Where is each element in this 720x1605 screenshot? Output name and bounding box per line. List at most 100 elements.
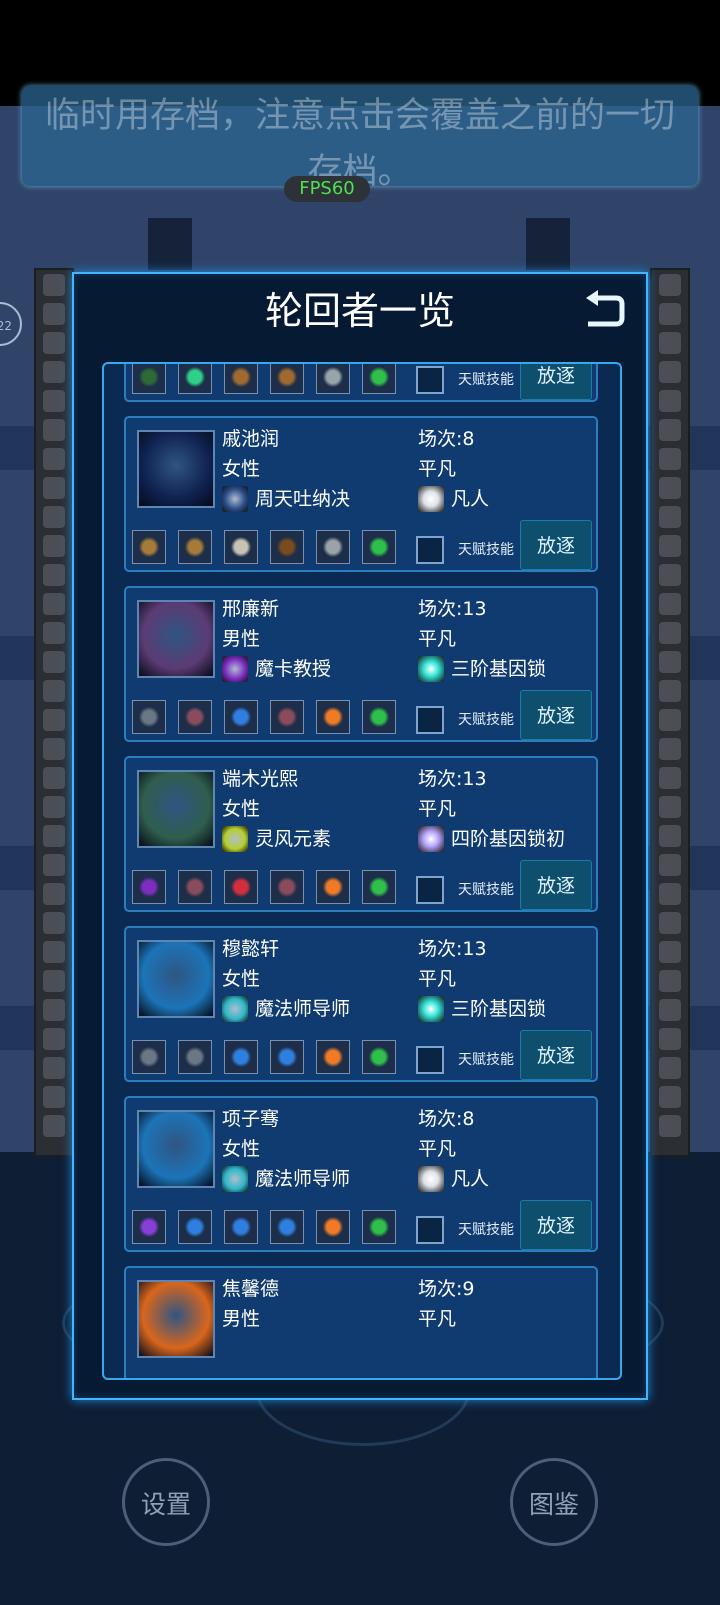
match-count: 场次:8 xyxy=(418,1106,475,1132)
film-hole xyxy=(659,796,681,818)
item-icon xyxy=(277,707,297,727)
talent-checkbox[interactable] xyxy=(416,706,444,734)
item-icon xyxy=(277,1217,297,1237)
exile-button[interactable]: 放逐 xyxy=(520,364,592,400)
film-hole xyxy=(43,332,65,354)
equipment-slot[interactable] xyxy=(362,530,396,564)
talent-checkbox[interactable] xyxy=(416,536,444,564)
item-icon xyxy=(369,707,389,727)
equipment-slot[interactable] xyxy=(132,530,166,564)
equipment-slot[interactable] xyxy=(316,870,350,904)
equipment-slot[interactable] xyxy=(224,1210,258,1244)
reincarnator-card[interactable]: 戚池润 女性 场次:8 平凡 周天吐纳决 凡人 天赋技能 放逐 xyxy=(124,416,598,572)
talent-checkbox[interactable] xyxy=(416,366,444,394)
equipment-slot[interactable] xyxy=(132,1210,166,1244)
equipment-slot[interactable] xyxy=(316,1040,350,1074)
gene-lock: 凡人 xyxy=(418,1166,489,1192)
item-icon xyxy=(369,367,389,387)
equipment-slot[interactable] xyxy=(178,870,212,904)
character-name-text: 端木光熙 xyxy=(222,768,299,790)
reincarnator-card[interactable]: 焦馨德 男性 场次:9 平凡 xyxy=(124,1266,598,1378)
film-hole xyxy=(43,651,65,673)
equipment-slot[interactable] xyxy=(132,700,166,734)
film-hole xyxy=(43,680,65,702)
character-skill-text: 魔法师导师 xyxy=(255,1168,351,1190)
character-portrait[interactable] xyxy=(137,430,215,508)
equipment-slot[interactable] xyxy=(362,870,396,904)
notice-banner[interactable]: 临时用存档，注意点击会覆盖之前的一切存档。 xyxy=(22,86,698,192)
equipment-slot[interactable] xyxy=(224,530,258,564)
reincarnator-card[interactable]: 端木光熙 女性 场次:13 平凡 灵风元素 四阶基因锁初 天赋技能 放逐 xyxy=(124,756,598,912)
talent-checkbox[interactable] xyxy=(416,876,444,904)
equipment-slot[interactable] xyxy=(132,1040,166,1074)
equipment-slot[interactable] xyxy=(316,1210,350,1244)
item-icon xyxy=(231,707,251,727)
match-count: 场次:13 xyxy=(418,596,487,622)
exile-button[interactable]: 放逐 xyxy=(520,1030,592,1080)
equipment-slot[interactable] xyxy=(178,530,212,564)
character-portrait[interactable] xyxy=(137,1110,215,1188)
equipment-slot[interactable] xyxy=(362,700,396,734)
gallery-button[interactable]: 图鉴 xyxy=(510,1458,598,1546)
exile-button[interactable]: 放逐 xyxy=(520,520,592,570)
exile-button[interactable]: 放逐 xyxy=(520,1200,592,1250)
item-icon xyxy=(185,1047,205,1067)
equipment-slot[interactable] xyxy=(178,700,212,734)
reincarnator-card[interactable]: 吸血鬼伯爵一阶基因锁天赋技能放逐 xyxy=(124,364,598,402)
exile-button[interactable]: 放逐 xyxy=(520,690,592,740)
reincarnator-card[interactable]: 邢廉新 男性 场次:13 平凡 魔卡教授 三阶基因锁 天赋技能 放逐 xyxy=(124,586,598,742)
equipment-slot[interactable] xyxy=(224,870,258,904)
film-hole xyxy=(659,622,681,644)
equipment-slot[interactable] xyxy=(132,364,166,394)
equipment-slot[interactable] xyxy=(270,700,304,734)
equipment-row xyxy=(132,700,408,734)
film-hole xyxy=(43,999,65,1021)
equipment-slot[interactable] xyxy=(270,1040,304,1074)
item-icon xyxy=(323,1217,343,1237)
film-hole xyxy=(659,1028,681,1050)
item-icon xyxy=(277,367,297,387)
film-hole xyxy=(43,709,65,731)
equipment-slot[interactable] xyxy=(316,700,350,734)
equipment-slot[interactable] xyxy=(270,364,304,394)
equipment-slot[interactable] xyxy=(224,1040,258,1074)
equipment-row xyxy=(132,530,408,564)
reincarnator-list[interactable]: 吸血鬼伯爵一阶基因锁天赋技能放逐戚池润女性场次:8平凡周天吐纳决凡人天赋技能放逐… xyxy=(102,362,622,1380)
film-hole xyxy=(659,854,681,876)
equipment-slot[interactable] xyxy=(362,1210,396,1244)
panel-title: 轮回者一览 xyxy=(264,289,455,333)
equipment-slot[interactable] xyxy=(362,1040,396,1074)
character-portrait[interactable] xyxy=(137,1280,215,1358)
equipment-slot[interactable] xyxy=(224,700,258,734)
equipment-slot[interactable] xyxy=(178,1210,212,1244)
character-portrait[interactable] xyxy=(137,600,215,678)
equipment-slot[interactable] xyxy=(316,364,350,394)
character-portrait[interactable] xyxy=(137,940,215,1018)
item-icon xyxy=(369,1047,389,1067)
character-rank-text: 平凡 xyxy=(418,628,457,650)
settings-button[interactable]: 设置 xyxy=(122,1458,210,1546)
card-icon xyxy=(222,656,248,682)
talent-checkbox[interactable] xyxy=(416,1046,444,1074)
character-rank-text: 平凡 xyxy=(418,968,457,990)
reincarnator-card[interactable]: 穆懿轩 女性 场次:13 平凡 魔法师导师 三阶基因锁 天赋技能 放逐 xyxy=(124,926,598,1082)
equipment-slot[interactable] xyxy=(362,364,396,394)
back-icon[interactable] xyxy=(582,288,628,334)
equipment-slot[interactable] xyxy=(178,364,212,394)
equipment-slot[interactable] xyxy=(224,364,258,394)
equipment-slot[interactable] xyxy=(270,870,304,904)
reincarnator-card[interactable]: 项子骞 女性 场次:8 平凡 魔法师导师 凡人 天赋技能 放逐 xyxy=(124,1096,598,1252)
equipment-slot[interactable] xyxy=(270,530,304,564)
equipment-slot[interactable] xyxy=(178,1040,212,1074)
exile-button[interactable]: 放逐 xyxy=(520,860,592,910)
equipment-slot[interactable] xyxy=(316,530,350,564)
gene-lock-text: 四阶基因锁初 xyxy=(451,828,566,850)
item-icon xyxy=(185,537,205,557)
film-hole xyxy=(43,825,65,847)
talent-checkbox[interactable] xyxy=(416,1216,444,1244)
character-rank: 平凡 xyxy=(418,1306,456,1332)
equipment-slot[interactable] xyxy=(270,1210,304,1244)
character-portrait[interactable] xyxy=(137,770,215,848)
film-hole xyxy=(43,767,65,789)
equipment-slot[interactable] xyxy=(132,870,166,904)
